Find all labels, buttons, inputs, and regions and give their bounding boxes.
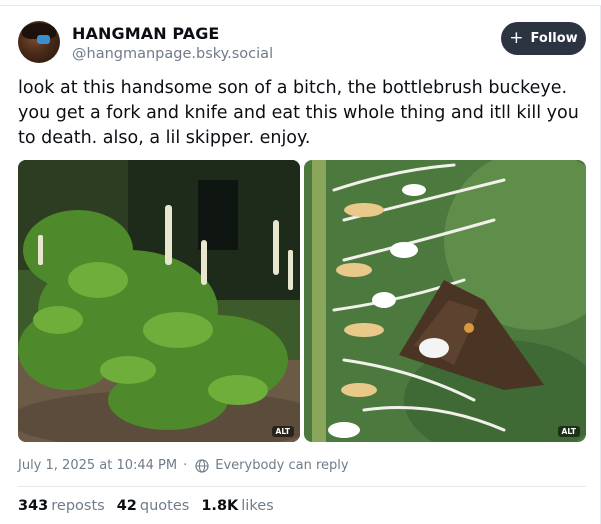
alt-badge[interactable]: ALT [271,425,294,437]
plus-icon: + [509,27,524,48]
skipper-photo [304,160,586,442]
stats-divider [18,486,586,487]
quotes-count: 42 [116,498,137,514]
avatar-mask [37,35,50,44]
top-divider [0,5,601,6]
post-image-buckeye[interactable]: ALT [18,160,300,442]
likes-stat[interactable]: 1.8K likes [201,498,273,514]
reposts-stat[interactable]: 343 reposts [18,498,105,514]
quotes-stat[interactable]: 42 quotes [117,498,190,514]
quotes-label: quotes [139,498,190,514]
avatar[interactable] [18,21,60,63]
reposts-label: reposts [51,498,105,514]
likes-label: likes [241,498,274,514]
buckeye-photo [18,160,300,442]
post-image-skipper[interactable]: ALT [304,160,586,442]
follow-button-label: Follow [530,31,578,46]
post-text: look at this handsome son of a bitch, th… [18,78,579,148]
reposts-count: 343 [18,498,49,514]
author-display-name[interactable]: HANGMAN PAGE [72,24,219,43]
post-timestamp[interactable]: July 1, 2025 at 10:44 PM [18,458,177,473]
alt-badge[interactable]: ALT [557,425,580,437]
author-handle[interactable]: @hangmanpage.bsky.social [72,46,273,62]
post-stats: 343 reposts 42 quotes 1.8K likes [18,498,286,514]
follow-button[interactable]: + Follow [501,22,586,55]
globe-icon [195,458,209,473]
reply-setting[interactable]: Everybody can reply [215,458,348,473]
likes-count: 1.8K [201,498,239,514]
post-meta: July 1, 2025 at 10:44 PM · Everybody can… [18,458,349,473]
meta-separator: · [183,458,188,473]
